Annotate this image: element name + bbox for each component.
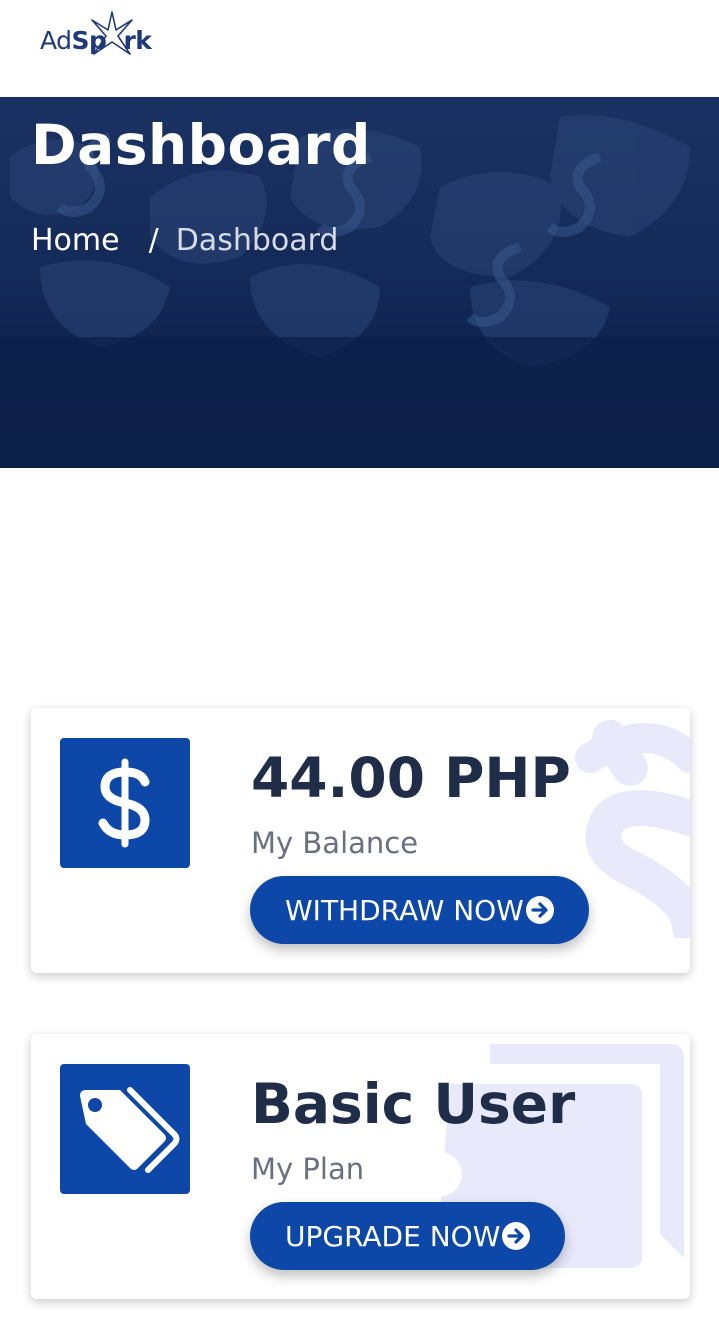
- balance-card: 44.00 PHP My Balance WITHDRAW NOW: [31, 708, 690, 973]
- plan-card: Basic User My Plan UPGRADE NOW: [31, 1034, 690, 1299]
- withdraw-now-label: WITHDRAW NOW: [285, 893, 524, 927]
- dollar-icon-box: [60, 738, 190, 868]
- arrow-circle-right-icon: [525, 895, 555, 925]
- breadcrumb-separator: /: [148, 223, 159, 258]
- tags-icon: [80, 1087, 180, 1173]
- hero-banner: Dashboard Home / Dashboard: [0, 97, 719, 468]
- balance-label: My Balance: [251, 826, 419, 860]
- arrow-circle-right-icon: [501, 1221, 531, 1251]
- upgrade-now-button[interactable]: UPGRADE NOW: [250, 1202, 566, 1270]
- adspark-logo[interactable]: AdSp rk: [40, 11, 152, 62]
- withdraw-now-button[interactable]: WITHDRAW NOW: [250, 876, 589, 944]
- top-bar: AdSp rk: [0, 0, 719, 97]
- page-title: Dashboard: [31, 113, 371, 177]
- balance-value: 44.00 PHP: [251, 746, 571, 810]
- upgrade-now-label: UPGRADE NOW: [285, 1219, 501, 1253]
- breadcrumb: Home / Dashboard: [31, 223, 338, 258]
- dollar-icon: [98, 758, 150, 848]
- breadcrumb-home-link[interactable]: Home: [31, 223, 120, 258]
- plan-label: My Plan: [251, 1152, 365, 1186]
- plan-value: Basic User: [251, 1072, 576, 1136]
- tags-icon-box: [60, 1064, 190, 1194]
- logo-text: AdSp rk: [40, 25, 152, 55]
- breadcrumb-current: Dashboard: [175, 223, 339, 258]
